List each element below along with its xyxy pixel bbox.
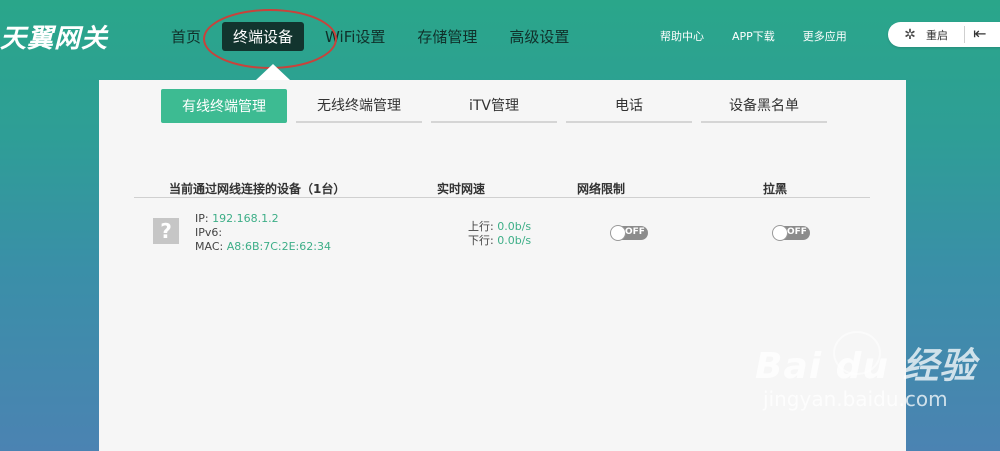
toggle-state: OFF: [787, 227, 807, 237]
table-row: ? IP: 192.168.1.2 IPv6: MAC: A8:6B:7C:2E…: [134, 210, 870, 260]
realtime-speed: 上行: 0.0b/s 下行: 0.0b/s: [468, 220, 531, 248]
logo: 天翼网关: [0, 24, 109, 54]
nav-advanced[interactable]: 高级设置: [498, 22, 580, 51]
tab-device-blacklist[interactable]: 设备黑名单: [701, 89, 827, 123]
header-speed: 实时网速: [437, 182, 486, 196]
header-limit: 网络限制: [577, 182, 626, 196]
mac-value: A8:6B:7C:2E:62:34: [226, 240, 331, 253]
upload-label: 上行:: [468, 220, 494, 233]
restart-button[interactable]: 重启: [926, 27, 948, 43]
top-bar: 天翼网关 首页 终端设备 WiFi设置 存储管理 高级设置 帮助中心 APP下载…: [0, 0, 1000, 80]
header-devices: 当前通过网线连接的设备（1台）: [169, 182, 346, 196]
help-center-link[interactable]: 帮助中心: [660, 28, 704, 44]
tab-wired-terminals[interactable]: 有线终端管理: [161, 89, 287, 123]
tab-itv[interactable]: iTV管理: [431, 89, 557, 123]
tab-wireless-terminals[interactable]: 无线终端管理: [296, 89, 422, 123]
table-header: 当前通过网线连接的设备（1台） 实时网速 网络限制 拉黑: [134, 180, 870, 198]
toggle-state: OFF: [625, 227, 645, 237]
header-block: 拉黑: [763, 182, 788, 196]
download-label: 下行:: [468, 234, 494, 247]
watermark-brand: Bai du 经验: [755, 346, 977, 387]
toggle-knob: [772, 225, 788, 241]
ip-value: 192.168.1.2: [212, 212, 279, 225]
mac-label: MAC:: [195, 240, 224, 253]
app-download-link[interactable]: APP下载: [732, 28, 775, 44]
baidu-watermark: Bai du 经验 jingyan.baidu.com: [755, 331, 977, 411]
annotation-circle: [203, 9, 337, 69]
device-info: IP: 192.168.1.2 IPv6: MAC: A8:6B:7C:2E:6…: [195, 212, 331, 254]
network-limit-toggle[interactable]: OFF: [610, 225, 648, 241]
ip-label: IP:: [195, 212, 209, 225]
restart-spinner-icon[interactable]: ✲: [902, 27, 918, 43]
download-value: 0.0b/s: [497, 234, 532, 247]
unknown-device-icon: ?: [153, 218, 179, 244]
divider: [964, 26, 965, 43]
upload-value: 0.0b/s: [497, 220, 532, 233]
header-links: 帮助中心 APP下载 更多应用: [660, 28, 875, 44]
sub-tabs: 有线终端管理 无线终端管理 iTV管理 电话 设备黑名单: [161, 89, 836, 123]
restart-control: ✲ 重启 ⇤: [888, 22, 1000, 47]
tab-phone[interactable]: 电话: [566, 89, 692, 123]
more-apps-link[interactable]: 更多应用: [803, 28, 847, 44]
ipv6-label: IPv6:: [195, 226, 223, 239]
logout-icon[interactable]: ⇤: [973, 24, 986, 43]
watermark-url: jingyan.baidu.com: [763, 387, 948, 411]
block-toggle[interactable]: OFF: [772, 225, 810, 241]
toggle-knob: [610, 225, 626, 241]
active-nav-pointer: [256, 64, 290, 80]
nav-storage[interactable]: 存储管理: [406, 22, 488, 51]
